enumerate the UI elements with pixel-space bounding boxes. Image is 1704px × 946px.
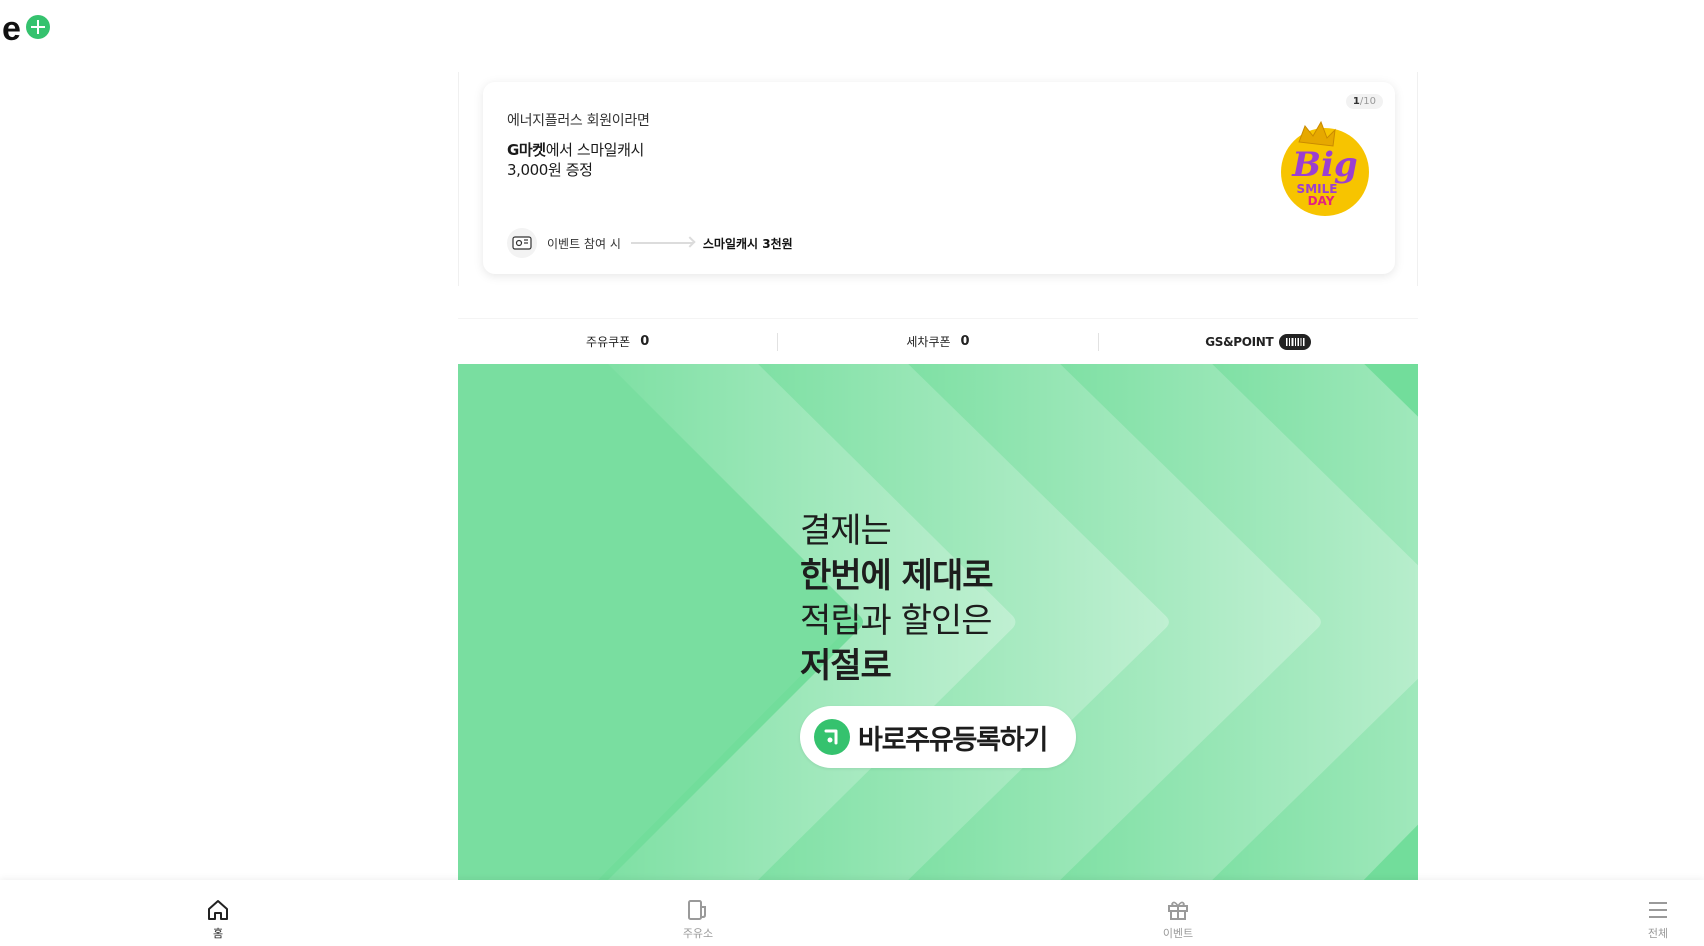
wash-coupon[interactable]: 세차쿠폰 0 [777,332,1097,351]
nav-gas-station-label: 주유소 [682,927,714,940]
fuel-coupon-count: 0 [640,334,650,349]
promo-line3: 적립과 할인은 [800,601,992,641]
nav-event[interactable]: 이벤트 [1138,898,1218,941]
home-icon [208,900,228,920]
banner-flow: 이벤트 참여 시 스마일캐시 3천원 [507,228,793,258]
promo-line2: 한번에 제대로 [800,556,994,596]
main-column: 에너지플러스 회원이라면 G마켓에서 스마일캐시 3,000원 증정 이벤트 참… [458,0,1418,880]
app-logo[interactable]: e [2,10,52,48]
nav-gas-station[interactable]: 주유소 [658,898,738,941]
badge-day-text: DAY [1308,194,1335,208]
quick-fuel-register-button[interactable]: 바로주유등록하기 [800,706,1076,768]
fuel-coupon-label: 주유쿠폰 [586,335,631,349]
gift-icon [1168,901,1188,920]
badge-big-text: Big [1291,145,1357,185]
ticket-icon [507,228,537,258]
menu-icon [1649,902,1667,918]
promo-headline: 결제는 한번에 제대로 적립과 할인은 저절로 [800,509,994,689]
banner-title: G마켓에서 스마일캐시 3,000원 증정 [507,140,644,180]
barcode-icon [1279,333,1312,350]
gs-point[interactable]: GS&POINT [1097,332,1418,351]
flow-step-label: 이벤트 참여 시 [547,236,621,251]
svg-text:e: e [2,14,21,44]
nav-all[interactable]: 전체 [1618,898,1698,941]
quick-fuel-icon [814,719,850,755]
nav-event-label: 이벤트 [1162,927,1194,940]
wash-coupon-count: 0 [960,334,970,349]
coupon-bar: 주유쿠폰 0 세차쿠폰 0 GS&POINT [458,318,1418,364]
pager-current: 1 [1352,96,1360,107]
nav-home[interactable]: 홈 [178,898,258,941]
flow-reward-label: 스마일캐시 3천원 [702,236,793,251]
eplus-logo-icon: e [2,10,50,48]
gs-point-label: GS&POINT [1205,334,1274,349]
banner-title-rest: 에서 스마일캐시 [545,141,645,159]
banner-brand: G마켓 [507,141,546,159]
quick-fuel-button-label: 바로주유등록하기 [858,724,1048,756]
bottom-nav: 홈 주유소 이벤트 전체 [0,880,1704,946]
nav-home-label: 홈 [212,927,224,940]
arrow-right-icon [630,242,693,244]
promo-banner: 결제는 한번에 제대로 적립과 할인은 저절로 바로주유등록하기 [458,364,1418,880]
nav-all-label: 전체 [1647,927,1669,940]
promo-line4: 저절로 [800,646,892,686]
big-smile-day-badge: Big SMILE DAY [1281,120,1369,216]
pager-total: 10 [1363,96,1376,107]
banner-carousel: 에너지플러스 회원이라면 G마켓에서 스마일캐시 3,000원 증정 이벤트 참… [458,72,1418,286]
banner-title-line2: 3,000원 증정 [507,161,593,179]
promo-line1: 결제는 [800,511,892,551]
event-banner[interactable]: 에너지플러스 회원이라면 G마켓에서 스마일캐시 3,000원 증정 이벤트 참… [483,82,1395,274]
wash-coupon-label: 세차쿠폰 [906,335,951,349]
gas-station-icon [688,900,706,920]
banner-pager: 1/10 [1345,94,1383,109]
fuel-coupon[interactable]: 주유쿠폰 0 [458,333,777,351]
banner-subtitle: 에너지플러스 회원이라면 [507,113,650,129]
